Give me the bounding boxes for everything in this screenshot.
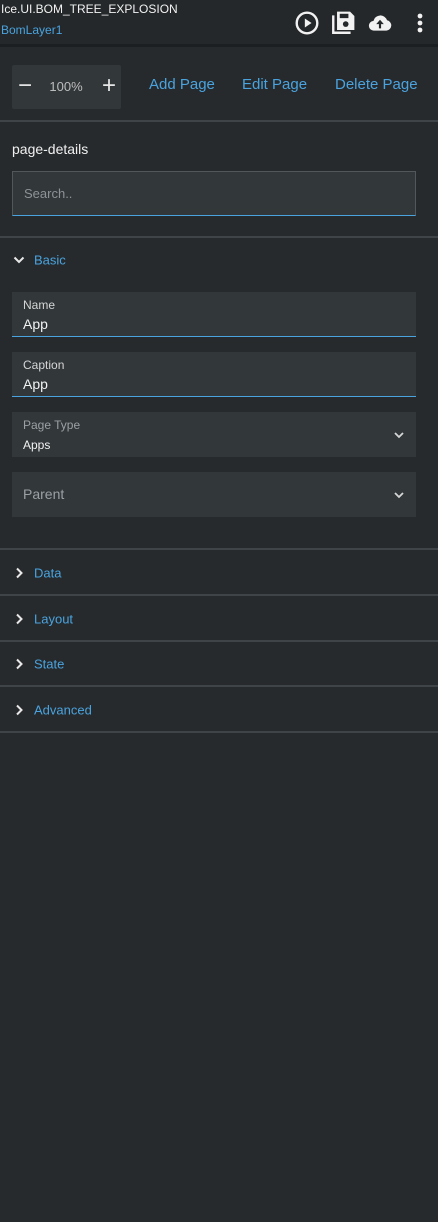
group-data-header[interactable]: Data — [0, 550, 438, 595]
delete-page-button[interactable]: Delete Page — [335, 76, 418, 93]
chevron-down-icon — [392, 488, 406, 502]
chevron-right-icon — [12, 566, 26, 580]
chevron-down-icon — [392, 428, 406, 442]
field-label: Parent — [23, 486, 65, 502]
panel-title: page-details — [12, 141, 89, 157]
edit-page-button[interactable]: Edit Page — [242, 76, 307, 93]
add-page-button[interactable]: Add Page — [149, 76, 215, 93]
group-state-header[interactable]: State — [0, 641, 438, 686]
name-field[interactable]: Name App — [12, 292, 416, 337]
cloud-upload-icon[interactable] — [367, 10, 393, 36]
group-layout-header[interactable]: Layout — [0, 596, 438, 641]
layer-name: BomLayer1 — [1, 23, 63, 37]
group-label: State — [34, 656, 65, 671]
field-label: Name — [23, 298, 56, 312]
group-label: Basic — [34, 252, 66, 267]
group-advanced-header[interactable]: Advanced — [0, 687, 438, 732]
page-type-select[interactable]: Page Type Apps — [12, 412, 416, 457]
play-circle-icon[interactable] — [294, 10, 320, 36]
field-label: Caption — [23, 358, 65, 372]
group-label: Advanced — [34, 702, 92, 717]
parent-select[interactable]: Parent — [12, 472, 416, 517]
chevron-right-icon — [12, 657, 26, 671]
page-toolbar: − 100% + Add Page Edit Page Delete Page — [0, 50, 438, 120]
zoom-out-button[interactable]: − — [12, 65, 38, 109]
search-input[interactable] — [12, 171, 416, 216]
chevron-right-icon — [12, 612, 26, 626]
group-basic-header[interactable]: Basic — [0, 237, 438, 282]
group-label: Data — [34, 565, 62, 580]
chevron-down-icon — [12, 253, 26, 267]
top-bar: Ice.UI.BOM_TREE_EXPLOSION BomLayer1 — [0, 0, 438, 47]
field-value: Apps — [23, 438, 51, 452]
divider — [0, 120, 438, 122]
zoom-control: − 100% + — [12, 65, 121, 109]
divider — [0, 731, 438, 733]
chevron-right-icon — [12, 703, 26, 717]
zoom-level: 100% — [49, 79, 83, 94]
group-label: Layout — [34, 611, 74, 626]
more-vertical-icon[interactable] — [415, 10, 425, 36]
field-value: App — [23, 316, 48, 332]
zoom-in-button[interactable]: + — [96, 65, 122, 109]
field-label: Page Type — [23, 418, 81, 432]
field-value: App — [23, 376, 48, 392]
app-title: Ice.UI.BOM_TREE_EXPLOSION — [1, 2, 178, 16]
caption-field[interactable]: Caption App — [12, 352, 416, 397]
save-icon[interactable] — [330, 10, 356, 36]
